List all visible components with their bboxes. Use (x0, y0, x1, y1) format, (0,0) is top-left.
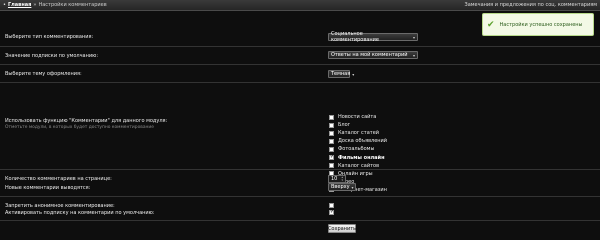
module-label: Доска объявлений (338, 138, 388, 145)
module-checkbox[interactable] (329, 154, 334, 161)
module-label: Фотоальбомы (338, 146, 375, 153)
theme-value: Темная (331, 71, 351, 77)
module-item[interactable]: Новости сайта (329, 113, 387, 121)
module-checkbox[interactable] (329, 138, 334, 144)
breadcrumb-home-link[interactable]: Главная (8, 2, 31, 8)
anonymous-label: Запретить анонимное комментирование: (5, 203, 115, 209)
modules-label: Использовать функцию "Комментарии" для д… (5, 118, 168, 124)
feedback-link[interactable]: Замечания и предложения по соц. коммента… (465, 2, 597, 8)
per-page-label: Количество комментариев на странице: (5, 176, 112, 182)
comment-type-select[interactable]: Социальное комментирование ▾ (328, 31, 418, 43)
actions-row (0, 220, 600, 240)
modules-row: Использовать функцию "Комментарии" для д… (0, 82, 600, 169)
subscription-default-row: Значение подписки по умолчанию: Ответы н… (0, 46, 600, 64)
chevron-down-icon: ▾ (351, 184, 354, 190)
theme-select[interactable]: Темная ▾ (328, 70, 354, 78)
module-item[interactable]: Каталог статей (329, 129, 387, 137)
module-checkbox[interactable] (329, 146, 334, 152)
success-notice-text: Настройки успешно сохранены (499, 21, 583, 28)
chevron-down-icon: ▾ (412, 52, 415, 58)
module-checkbox[interactable] (329, 163, 334, 169)
new-position-label: Новые комментарии выводятся: (5, 185, 91, 191)
subscription-default-select[interactable]: Ответы на мой комментарий ▾ (328, 51, 418, 59)
module-item[interactable]: Фотоальбомы (329, 145, 387, 153)
breadcrumb-current: Настройки комментариев (38, 2, 107, 8)
module-checkbox[interactable] (329, 122, 334, 128)
module-label: Каталог статей (338, 130, 380, 137)
module-label: Новости сайта (338, 114, 377, 121)
per-page-value: 10 (331, 176, 338, 182)
home-arrow-icon: • (3, 2, 6, 8)
chevron-down-icon: ▾ (412, 34, 415, 40)
top-bar: • Главная » Настройки комментариев Замеч… (0, 0, 600, 11)
comment-type-row: Выберите тип комментирования: Социальное… (0, 28, 600, 46)
theme-row: Выберите тему оформления: Темная ▾ (0, 64, 600, 82)
anonymous-checkbox[interactable] (329, 203, 334, 208)
auto-subscribe-label: Активировать подписку на комментарии по … (5, 210, 155, 216)
theme-label: Выберите тему оформления: (5, 71, 82, 77)
module-checkbox[interactable] (329, 114, 334, 120)
module-label: Фильмы онлайн (338, 154, 385, 161)
breadcrumb-separator: » (33, 2, 37, 8)
comment-type-label: Выберите тип комментирования: (5, 34, 94, 40)
modules-hint: Отметьте модули, в которых будет доступн… (5, 125, 154, 130)
per-page-input[interactable]: 10 ▴ ▾ (328, 175, 346, 183)
module-item[interactable]: Доска объявлений (329, 137, 387, 145)
module-item[interactable]: Фильмы онлайн (329, 153, 387, 161)
comment-type-value: Социальное комментирование (331, 31, 379, 43)
display-row: Количество комментариев на странице: Нов… (0, 169, 600, 196)
subscription-default-value: Ответы на мой комментарий (331, 52, 408, 58)
save-button[interactable]: Сохранить (328, 224, 356, 233)
subscription-default-label: Значение подписки по умолчанию: (5, 53, 98, 59)
new-position-select[interactable]: Вверху ▾ (328, 183, 356, 191)
auto-subscribe-checkbox[interactable] (329, 209, 334, 215)
module-item[interactable]: Блог (329, 121, 387, 129)
permissions-row: Запретить анонимное комментирование: Акт… (0, 196, 600, 220)
spinner-icon[interactable]: ▴ ▾ (341, 176, 343, 182)
module-label: Каталог сайтов (338, 162, 380, 169)
module-checkbox[interactable] (329, 130, 334, 136)
chevron-down-icon: ▾ (352, 71, 355, 77)
module-label: Блог (338, 122, 351, 129)
new-position-value: Вверху (331, 184, 350, 190)
